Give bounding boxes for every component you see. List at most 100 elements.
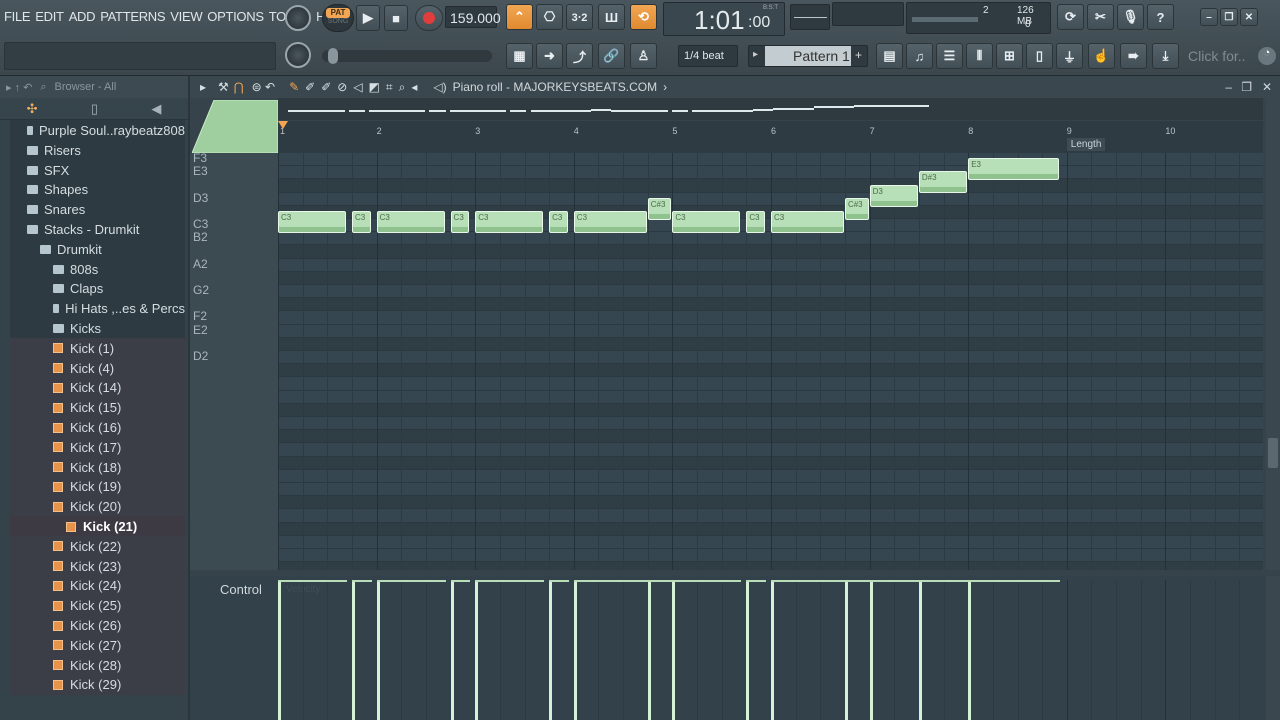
control-scrollbar[interactable] xyxy=(1266,576,1280,720)
browser-sample-item[interactable]: Kick (18) xyxy=(10,456,185,478)
velocity-bar[interactable] xyxy=(869,582,873,720)
cut-tool-button[interactable]: ✂ xyxy=(1087,4,1114,30)
note[interactable]: D3 xyxy=(869,184,918,207)
master-volume-slider[interactable] xyxy=(322,48,492,64)
browser-sample-item[interactable]: Kick (23) xyxy=(10,555,185,577)
browser-sample-item[interactable]: Kick (21) xyxy=(10,516,185,537)
browser-sample-item[interactable]: Kick (16) xyxy=(10,417,185,438)
pencil-tool-icon[interactable]: ✎ xyxy=(289,80,299,94)
menu-view[interactable]: VIEW xyxy=(170,9,202,24)
tool-strip-icon[interactable]: ⊜ ↶ xyxy=(252,80,275,94)
browser-sample-item[interactable]: Kick (24) xyxy=(10,575,185,597)
browser-sample-item[interactable]: Kick (14) xyxy=(10,377,185,399)
browser-folder-item[interactable]: 808s xyxy=(10,258,185,280)
search-icon[interactable]: ⌕ xyxy=(40,81,46,94)
metronome-button[interactable]: ⌃ xyxy=(506,4,533,30)
piano-roll-window-button[interactable]: ♫ xyxy=(906,43,933,69)
vertical-scrollbar[interactable] xyxy=(1266,98,1280,570)
mixer-window-button[interactable]: ⫴ xyxy=(966,43,993,69)
note[interactable]: C3 xyxy=(475,211,544,233)
step-edit-button[interactable]: Ш xyxy=(598,4,625,30)
menu-file[interactable]: FILE xyxy=(4,9,31,24)
note[interactable]: D#3 xyxy=(918,171,968,194)
note[interactable]: C3 xyxy=(450,211,470,233)
menu-edit[interactable]: EDIT xyxy=(35,9,64,24)
touch-button[interactable]: ☝ xyxy=(1088,43,1115,69)
velocity-lane[interactable]: Velocity xyxy=(278,580,1263,720)
browser-sample-item[interactable]: Kick (27) xyxy=(10,634,185,656)
note[interactable]: C3 xyxy=(573,211,647,233)
plugin-button[interactable]: ⏚ xyxy=(1056,43,1083,69)
menu-options[interactable]: OPTIONS xyxy=(207,9,264,24)
browser-folder-item[interactable]: SFX xyxy=(10,159,185,181)
browser-folder-item[interactable]: Shapes xyxy=(10,179,185,201)
pr-maximize-icon[interactable]: ❐ xyxy=(1241,80,1252,94)
close-button[interactable]: ✕ xyxy=(1240,8,1258,26)
time-ruler[interactable]: 1 2 3 4 5 6 7 8 9 10 Length xyxy=(278,121,1263,153)
time-display[interactable]: 1:01 :00 B:S:T xyxy=(663,2,785,36)
speaker-icon[interactable]: ◁) xyxy=(433,80,446,94)
browser-folder-item[interactable]: Claps xyxy=(10,278,185,300)
pat-song-toggle[interactable]: PAT SONG xyxy=(322,4,354,32)
playlist-button[interactable]: ▤ xyxy=(876,43,903,69)
online-icon[interactable]: ◔ xyxy=(1258,47,1276,65)
project-button[interactable]: ▯ xyxy=(1026,43,1053,69)
browser-folder-item[interactable]: Kicks xyxy=(10,318,185,339)
pattern-prev-icon[interactable]: ▸ xyxy=(753,49,758,60)
browser-sample-item[interactable]: Kick (4) xyxy=(10,357,185,379)
playhead-marker[interactable] xyxy=(278,121,288,129)
browser-folder-item[interactable]: Stacks - Drumkit xyxy=(10,219,185,240)
velocity-bar[interactable] xyxy=(351,582,355,720)
output-button[interactable]: ➠ xyxy=(1120,43,1147,69)
pattern-add-icon[interactable]: + xyxy=(855,48,862,62)
velocity-bar[interactable] xyxy=(376,582,380,720)
piano-roll-tools-icon[interactable]: ⚒ xyxy=(218,80,234,94)
menu-patterns[interactable]: PATTERNS xyxy=(100,9,165,24)
tempo-display[interactable]: 159.000 xyxy=(445,6,501,28)
magnet-icon[interactable]: ⋂ xyxy=(234,80,244,94)
browser-sample-item[interactable]: Kick (25) xyxy=(10,595,185,617)
note[interactable]: C3 xyxy=(376,211,445,233)
master-pitch-knob[interactable] xyxy=(285,42,311,68)
microphone-button[interactable]: 🎙 xyxy=(1117,4,1144,30)
browser-sample-item[interactable]: Kick (19) xyxy=(10,476,185,498)
piano-roll-menu-icon[interactable]: ▸ xyxy=(200,80,206,94)
browser-collapse-icon[interactable]: ✣ xyxy=(27,101,38,117)
browser-nav-icon[interactable]: ▸ ↑ ↶ xyxy=(6,81,32,94)
note-grid[interactable]: C3 C3 C3 C3 C3 C3 C3 C#3 C3 C3 C3 C#3 D3 D#3 E3 xyxy=(278,153,1263,570)
velocity-bar[interactable] xyxy=(278,582,281,720)
browser-speaker-icon[interactable]: ◀ xyxy=(151,101,161,117)
master-volume-knob[interactable] xyxy=(285,5,311,31)
velocity-bar[interactable] xyxy=(647,582,651,720)
undo-history-button[interactable]: ⟳ xyxy=(1057,4,1084,30)
browser-sample-item[interactable]: Kick (22) xyxy=(10,535,185,557)
velocity-bar[interactable] xyxy=(844,582,848,720)
pr-close-icon[interactable]: ✕ xyxy=(1262,80,1272,94)
snap-selector[interactable]: 1/4 beat xyxy=(678,45,738,67)
note[interactable]: C#3 xyxy=(844,197,869,220)
note[interactable]: C3 xyxy=(746,211,766,233)
browser-folder-item[interactable]: Purple Soul..raybeatz808 xyxy=(10,120,185,141)
mixer-button[interactable]: ⤴ xyxy=(566,43,593,69)
channel-rack-button[interactable]: ➜ xyxy=(536,43,563,69)
velocity-bar[interactable] xyxy=(475,582,479,720)
news-hint[interactable]: Click for.. xyxy=(1188,48,1246,64)
edit-tools-icon[interactable]: ✐✐⊘◁◩⌗⌕◂ xyxy=(305,80,423,95)
help-button[interactable]: ? xyxy=(1147,4,1174,30)
minimize-button[interactable]: – xyxy=(1200,8,1218,26)
control-label[interactable]: Control xyxy=(220,582,262,597)
piano-keyboard[interactable]: F3 E3 D3 C3 B2 A2 G2 F2 E2 D2 xyxy=(190,151,278,570)
note[interactable]: E3 xyxy=(968,158,1059,181)
maximize-button[interactable]: ❐ xyxy=(1220,8,1238,26)
browser-sample-item[interactable]: Kick (29) xyxy=(10,674,185,696)
piano-roll-button[interactable]: ▦ xyxy=(506,43,533,69)
velocity-bar[interactable] xyxy=(968,582,972,720)
pattern-overview-bar[interactable] xyxy=(278,98,1263,120)
browser-sample-item[interactable]: Kick (17) xyxy=(10,436,185,458)
pattern-selector[interactable]: Pattern 1 ▸ + xyxy=(748,45,868,67)
browser-file-icon[interactable]: ▯ xyxy=(91,101,98,117)
wait-record-button[interactable]: ⎔ xyxy=(536,4,563,30)
stamp-button[interactable]: ♙ xyxy=(630,43,657,69)
note[interactable]: C3 xyxy=(672,211,741,233)
browser-folder-item[interactable]: Drumkit xyxy=(10,238,185,260)
